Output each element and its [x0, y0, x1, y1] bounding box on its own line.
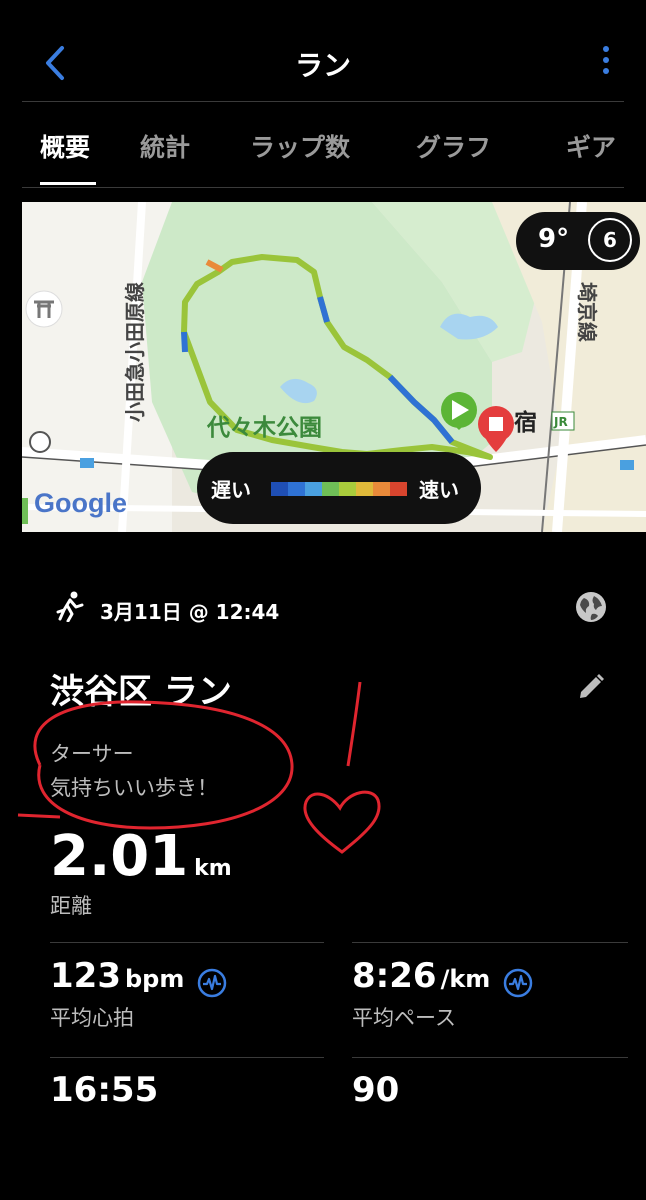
divider: [352, 942, 628, 943]
map-label-saikyo: 埼京線: [575, 282, 599, 342]
distance-unit: km: [194, 856, 232, 881]
map-label-jr: JR: [553, 415, 568, 429]
header-divider: [22, 101, 624, 102]
heart-rate-stat: 123 bpm: [50, 956, 227, 998]
more-options-icon[interactable]: [598, 46, 614, 82]
tab-stats[interactable]: 統計: [140, 128, 190, 164]
legend-swatch-6: [373, 482, 390, 496]
pace-legend: 遅い 速い: [197, 452, 481, 524]
legend-swatch-4: [339, 482, 356, 496]
legend-swatch-5: [356, 482, 373, 496]
legend-swatch-2: [305, 482, 322, 496]
heart-rate-label: 平均心拍: [50, 1006, 134, 1030]
tab-laps[interactable]: ラップ数: [250, 128, 350, 164]
heart-rate-unit: bpm: [124, 965, 185, 993]
pace-stat: 8:26/km: [352, 956, 533, 998]
cadence-value: 90: [352, 1070, 400, 1110]
tab-gear[interactable]: ギア: [566, 128, 616, 164]
weather-badge: 9° 6: [516, 212, 640, 270]
pace-label: 平均ペース: [352, 1006, 456, 1030]
legend-swatch-3: [322, 482, 339, 496]
map-label-station: 宿: [514, 409, 537, 436]
distance-value-row: 2.01 km: [50, 824, 232, 889]
distance-label: 距離: [50, 894, 92, 918]
tab-overview[interactable]: 概要: [40, 128, 90, 164]
legend-fast-label: 速い: [419, 478, 459, 502]
active-tab-indicator: [40, 182, 96, 185]
pace-gradient-bar: [271, 482, 407, 496]
tabs-divider: [22, 187, 624, 188]
globe-icon[interactable]: [574, 590, 608, 624]
pace-value: 8:26: [352, 956, 437, 996]
legend-swatch-0: [271, 482, 288, 496]
wind-icon: 6: [588, 218, 632, 262]
tab-graph[interactable]: グラフ: [416, 128, 491, 164]
divider: [50, 942, 324, 943]
divider: [50, 1057, 324, 1058]
pace-unit: /km: [440, 965, 491, 993]
legend-slow-label: 遅い: [211, 478, 251, 502]
map-label-odakyu: 小田急小田原線: [123, 282, 147, 422]
divider: [352, 1057, 628, 1058]
google-attribution: Google: [34, 488, 127, 518]
legend-swatch-7: [390, 482, 407, 496]
pace-chart-icon[interactable]: [503, 968, 533, 998]
map-label-park: 代々木公園: [206, 415, 322, 441]
heart-rate-chart-icon[interactable]: [197, 968, 227, 998]
distance-value: 2.01: [50, 824, 189, 889]
heart-rate-value: 123: [50, 956, 121, 996]
time-value: 16:55: [50, 1070, 159, 1110]
page-title: ラン: [294, 49, 351, 82]
weather-temp: 9°: [538, 224, 570, 254]
running-icon: [56, 591, 84, 622]
legend-swatch-1: [288, 482, 305, 496]
activity-datetime: 3月11日 @ 12:44: [100, 600, 280, 624]
